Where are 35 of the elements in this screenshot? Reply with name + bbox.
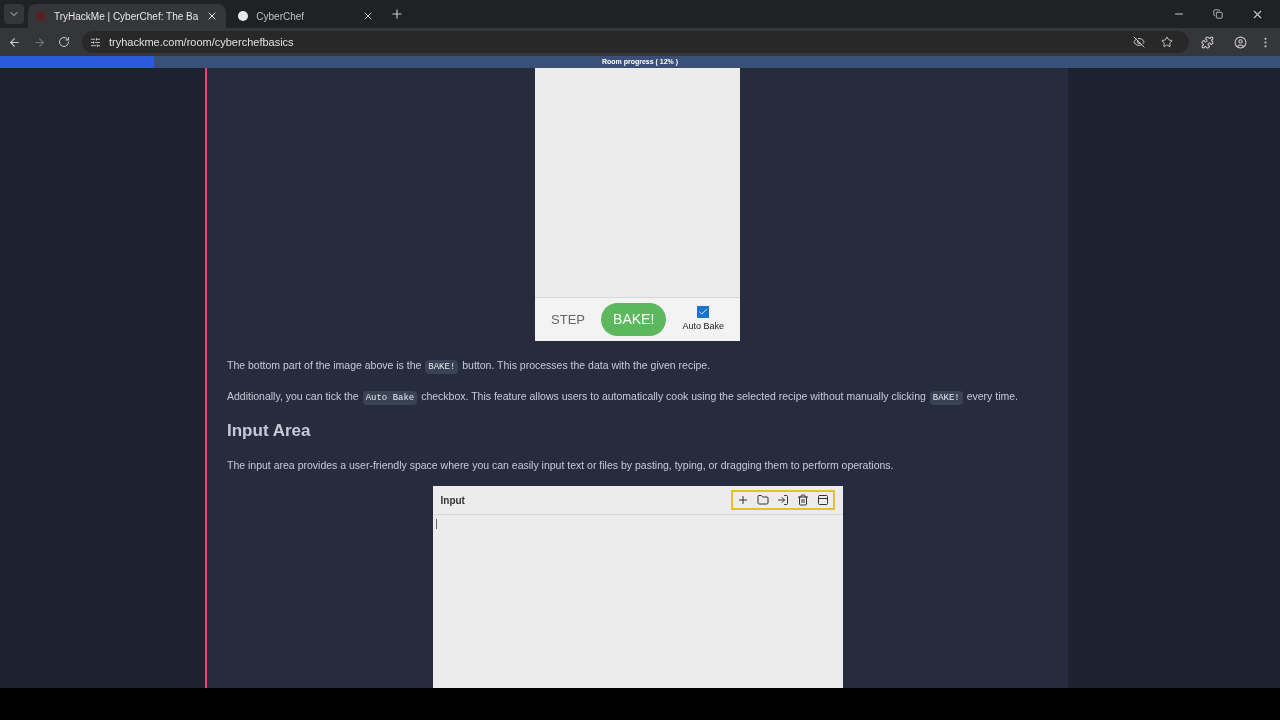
tab-title: TryHackMe | CyberChef: The Ba: [54, 9, 199, 24]
paragraph: Additionally, you can tick the Auto Bake checkbox. This feature allows users to automatically cook using the selected recipe without manually clicking BAKE! every time.: [227, 389, 1019, 407]
new-tab-icon[interactable]: [390, 7, 405, 21]
browser-tab[interactable]: CyberChef: [230, 4, 383, 28]
favicon-icon: [238, 11, 249, 21]
address-bar[interactable]: tryhackme.com/room/cyberchefbasics: [82, 31, 1189, 53]
url-text: tryhackme.com/room/cyberchefbasics: [109, 34, 294, 50]
tab-title: CyberChef: [256, 9, 306, 24]
eye-off-icon[interactable]: [1133, 36, 1145, 48]
bookmark-icon[interactable]: [1161, 36, 1173, 48]
paragraph: The bottom part of the image above is the BAKE! button. This processes the data with the given recipe.: [227, 358, 712, 376]
step-label: STEP: [551, 310, 585, 329]
checkbox-label: Auto Bake: [682, 319, 724, 333]
text-cursor: [435, 519, 437, 530]
inline-code: BAKE!: [929, 391, 963, 405]
paragraph: The input area provides a user-friendly space where you can easily input text or files by pasting, typing, or dragging them to perform operations.: [227, 457, 895, 473]
import-icon: [776, 494, 789, 507]
site-info-icon: [90, 36, 101, 48]
plus-icon: [736, 494, 749, 507]
tab-search-button[interactable]: [4, 4, 24, 24]
inline-code: Auto Bake: [362, 391, 418, 405]
folder-icon: [756, 494, 769, 507]
extensions-icon[interactable]: [1201, 35, 1214, 49]
inline-code: BAKE!: [425, 360, 459, 374]
back-icon[interactable]: [8, 35, 21, 49]
forward-icon[interactable]: [33, 35, 46, 49]
trash-icon: [796, 494, 809, 507]
restore-icon[interactable]: [1213, 9, 1223, 19]
browser-tab[interactable]: TryHackMe | CyberChef: The Ba: [28, 4, 227, 28]
section-heading: Input Area: [227, 420, 312, 442]
reload-icon[interactable]: [58, 36, 70, 48]
input-title: Input: [440, 493, 465, 508]
favicon-icon: [36, 11, 46, 21]
layout-icon: [816, 494, 829, 507]
profile-icon[interactable]: [1234, 35, 1247, 49]
